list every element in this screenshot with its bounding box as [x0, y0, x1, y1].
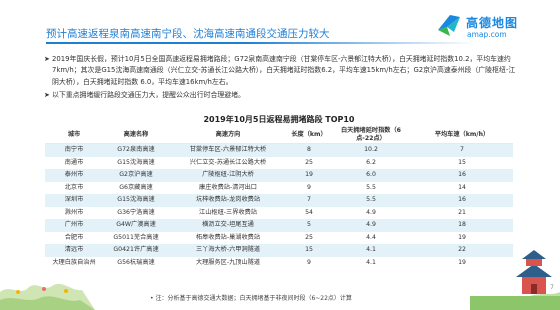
cell-delay-index: 4.9 — [331, 206, 411, 219]
column-header-delay-index: 白天拥堵延时指数（6点-22点） — [331, 126, 411, 144]
table-row: 大理白族自治州 G56杭瑞高速 大理服务区-九顶山隧道 9 4.1 19 — [45, 256, 513, 269]
slide: 预计高速返程泉南高速南宁段、沈海高速南通段交通压力较大 高德地图 amap.co… — [0, 0, 560, 310]
cell-delay-index: 4.1 — [331, 256, 411, 269]
column-header-direction: 高速方向 — [169, 126, 287, 144]
cell-avg-speed: 7 — [411, 143, 513, 157]
bullet-arrow-icon: ➤ — [44, 91, 50, 100]
table-row: 合肥市 G5011芜合高速 柘皋收费站-巢湖收费站 25 4.4 19 — [45, 231, 513, 244]
cell-avg-speed: 18 — [411, 219, 513, 232]
cell-direction: 柘皋收费站-巢湖收费站 — [169, 231, 287, 244]
cell-city: 合肥市 — [45, 231, 103, 244]
table-row: 清远市 G0421许广高速 三丫海大桥-六甲洞隧道 15 4.1 22 — [45, 244, 513, 257]
bullet-item: ➤ 以下重点拥堵缓行路段交通压力大，提醒公众出行时合理避堵。 — [44, 90, 522, 101]
bullet-item: ➤ 2019年国庆长假，预计10月5日全国高速返程易拥堵路段；G72泉南高速南宁… — [44, 54, 522, 88]
column-header-highway: 高速名称 — [103, 126, 169, 144]
logo-name-cn: 高德地图 — [466, 16, 519, 30]
bullet-list: ➤ 2019年国庆长假，预计10月5日全国高速返程易拥堵路段；G72泉南高速南宁… — [44, 54, 522, 104]
cell-city: 广州市 — [45, 219, 103, 232]
amap-logo: 高德地图 amap.com — [436, 10, 546, 44]
column-header-avg-speed: 平均车速（km/h） — [411, 126, 513, 144]
cell-avg-speed: 16 — [411, 169, 513, 182]
cell-delay-index: 4.9 — [331, 219, 411, 232]
cell-direction: 康庄收费站-清河出口 — [169, 181, 287, 194]
grass-decoration-icon — [0, 283, 95, 310]
title-underline — [46, 42, 246, 44]
column-header-city: 城市 — [45, 126, 103, 144]
congestion-table: 城市 高速名称 高速方向 长度（km） 白天拥堵延时指数（6点-22点） 平均车… — [45, 126, 513, 269]
title-bar: 预计高速返程泉南高速南宁段、沈海高速南通段交通压力较大 — [6, 6, 476, 46]
table-row: 北京市 G6京藏高速 康庄收费站-清河出口 9 5.5 14 — [45, 181, 513, 194]
cell-direction: 三丫海大桥-六甲洞隧道 — [169, 244, 287, 257]
cell-highway: G72泉南高速 — [103, 143, 169, 157]
bullet-arrow-icon: ➤ — [44, 55, 50, 63]
cell-length: 5 — [287, 219, 331, 232]
cell-highway: G15沈海高速 — [103, 156, 169, 169]
table-row: 泰州市 G2京沪高速 广陵枢纽-江阴大桥 19 6.0 16 — [45, 169, 513, 182]
table-header-row: 城市 高速名称 高速方向 长度（km） 白天拥堵延时指数（6点-22点） 平均车… — [45, 126, 513, 144]
cell-length: 7 — [287, 194, 331, 207]
cell-avg-speed: 14 — [411, 181, 513, 194]
table-title: 2019年10月5日返程易拥堵路段 TOP10 — [203, 115, 355, 124]
cell-direction: 广陵枢纽-江阴大桥 — [169, 169, 287, 182]
cell-highway: G4W广澳高速 — [103, 219, 169, 232]
page-number: 7 — [550, 284, 554, 291]
bullet-text: 以下重点拥堵缓行路段交通压力大，提醒公众出行时合理避堵。 — [52, 91, 245, 100]
cell-avg-speed: 16 — [411, 194, 513, 207]
cell-length: 8 — [287, 143, 331, 157]
cell-direction: 甘棠停车区-六景郁江特大桥 — [169, 143, 287, 157]
cell-delay-index: 4.1 — [331, 244, 411, 257]
cell-highway: G36宁洛高速 — [103, 206, 169, 219]
cell-delay-index: 6.0 — [331, 169, 411, 182]
table-row: 南通市 G15沈海高速 兴仁立交-苏通长江公路大桥 25 6.2 15 — [45, 156, 513, 169]
cell-length: 9 — [287, 181, 331, 194]
table-row: 南宁市 G72泉南高速 甘棠停车区-六景郁江特大桥 8 10.2 7 — [45, 143, 513, 157]
cell-direction: 横沥立交-坦尾互通 — [169, 219, 287, 232]
table-row: 广州市 G4W广澳高速 横沥立交-坦尾互通 5 4.9 18 — [45, 219, 513, 232]
cell-city: 南宁市 — [45, 143, 103, 157]
logo-name-en: amap.com — [467, 30, 507, 39]
table-row: 滁州市 G36宁洛高速 江山枢纽-三界收费站 54 4.9 21 — [45, 206, 513, 219]
cell-direction: 大理服务区-九顶山隧道 — [169, 256, 287, 269]
cell-direction: 江山枢纽-三界收费站 — [169, 206, 287, 219]
cell-highway: G56杭瑞高速 — [103, 256, 169, 269]
bullet-text: 2019年国庆长假，预计10月5日全国高速返程易拥堵路段；G72泉南高速南宁段（… — [52, 55, 516, 86]
column-header-length: 长度（km） — [287, 126, 331, 144]
cell-city: 南通市 — [45, 156, 103, 169]
cell-delay-index: 5.5 — [331, 194, 411, 207]
cell-length: 9 — [287, 256, 331, 269]
cell-length: 15 — [287, 244, 331, 257]
cell-highway: G5011芜合高速 — [103, 231, 169, 244]
cell-delay-index: 6.2 — [331, 156, 411, 169]
cell-highway: G2京沪高速 — [103, 169, 169, 182]
cell-city: 深圳市 — [45, 194, 103, 207]
cell-length: 19 — [287, 169, 331, 182]
amap-logo-icon — [438, 15, 460, 36]
temple-decoration-icon — [470, 250, 560, 310]
cell-highway: G6京藏高速 — [103, 181, 169, 194]
cell-delay-index: 4.4 — [331, 231, 411, 244]
footnote: • 注：分析基于高德交通大数据；白天拥堵基于非夜间时段（6~22点）计算 — [150, 293, 352, 302]
cell-direction: 兴仁立交-苏通长江公路大桥 — [169, 156, 287, 169]
cell-delay-index: 5.5 — [331, 181, 411, 194]
cell-city: 北京市 — [45, 181, 103, 194]
cell-city: 泰州市 — [45, 169, 103, 182]
cell-delay-index: 10.2 — [331, 143, 411, 157]
cell-avg-speed: 19 — [411, 231, 513, 244]
table-row: 深圳市 G15沈海高速 坑梓收费站-龙岗收费站 7 5.5 16 — [45, 194, 513, 207]
cell-length: 54 — [287, 206, 331, 219]
cell-length: 25 — [287, 156, 331, 169]
cell-direction: 坑梓收费站-龙岗收费站 — [169, 194, 287, 207]
cell-city: 滁州市 — [45, 206, 103, 219]
cell-avg-speed: 15 — [411, 156, 513, 169]
cell-highway: G0421许广高速 — [103, 244, 169, 257]
cell-highway: G15沈海高速 — [103, 194, 169, 207]
cell-city: 清远市 — [45, 244, 103, 257]
page-title: 预计高速返程泉南高速南宁段、沈海高速南通段交通压力较大 — [46, 28, 330, 40]
footnote-text: 注：分析基于高德交通大数据；白天拥堵基于非夜间时段（6~22点）计算 — [155, 295, 352, 302]
cell-avg-speed: 21 — [411, 206, 513, 219]
cell-length: 25 — [287, 231, 331, 244]
